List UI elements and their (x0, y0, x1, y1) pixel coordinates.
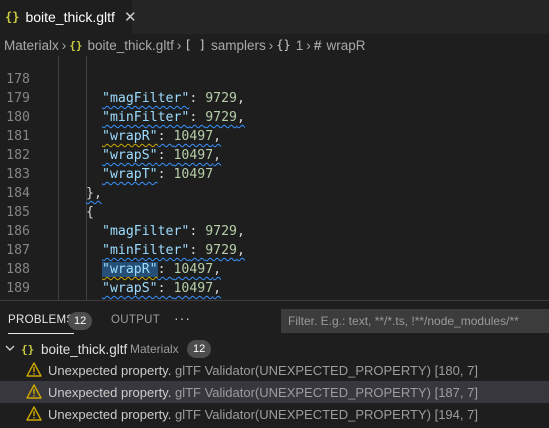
problem-item-selected[interactable]: Unexpected property. glTF Validator(UNEX… (0, 381, 549, 403)
problem-location: [180, 7] (434, 362, 478, 378)
chevron-right-icon: › (268, 37, 274, 53)
tab-label: boite_thick.gltf (25, 9, 115, 25)
problems-filter-input[interactable] (281, 309, 549, 333)
panel-tabs: PROBLEMS 12 OUTPUT ··· (0, 301, 549, 339)
code-line: 185 "magFilter": 9729, (0, 184, 549, 239)
code-line: 181 "wrapS": 10497, (0, 108, 549, 163)
code-line: 179 "minFilter": 9729, (0, 70, 549, 125)
problems-file-folder: Materialx (130, 342, 179, 356)
problem-message: Unexpected property. glTF Validator(UNEX… (48, 362, 478, 378)
tab-bar: {} boite_thick.gltf ✕ (0, 0, 549, 34)
problem-location: [187, 7] (434, 384, 478, 400)
chevron-right-icon: › (61, 37, 67, 53)
problem-item[interactable]: Unexpected property. glTF Validator(UNEX… (0, 359, 549, 381)
problem-message: Unexpected property. glTF Validator(UNEX… (48, 384, 478, 400)
warning-icon (26, 362, 42, 380)
code-editor[interactable]: 178 "magFilter": 9729, 179 "minFilter": … (0, 56, 549, 300)
property-icon: # (313, 37, 322, 53)
chevron-down-icon[interactable] (4, 342, 16, 357)
chevron-right-icon: › (306, 37, 311, 53)
problem-item[interactable]: Unexpected property. glTF Validator(UNEX… (0, 403, 549, 425)
code-line: 183 }, (0, 146, 549, 201)
more-actions-icon[interactable]: ··· (174, 310, 191, 326)
object-icon: {} (276, 38, 291, 52)
code-line: 190 }, (0, 279, 549, 298)
breadcrumb-index[interactable]: 1 (296, 38, 304, 53)
code-line: 184 { (0, 165, 549, 220)
code-line-selected: 187 "wrapR": 10497, (0, 222, 549, 277)
json-file-icon: {} (21, 342, 35, 356)
breadcrumb-wrapr[interactable]: wrapR (327, 38, 366, 53)
code-line: 188 "wrapS": 10497, (0, 241, 549, 296)
code-line: 186 "minFilter": 9729, (0, 203, 549, 258)
problem-source: glTF Validator(UNEXPECTED_PROPERTY) (174, 406, 431, 422)
code-line: 182 "wrapT": 10497 (0, 127, 549, 182)
problem-message: Unexpected property. glTF Validator(UNEX… (48, 406, 478, 422)
breadcrumb-file[interactable]: boite_thick.gltf (88, 38, 174, 53)
breadcrumb-samplers[interactable]: samplers (211, 38, 266, 53)
file-problems-count-badge: 12 (187, 340, 212, 358)
problem-source: glTF Validator(UNEXPECTED_PROPERTY) (174, 384, 431, 400)
breadcrumb-root[interactable]: Materialx (4, 38, 59, 53)
breadcrumb: Materialx › {} boite_thick.gltf › [ ] sa… (0, 34, 549, 56)
json-file-icon: {} (5, 10, 20, 24)
warning-icon (26, 406, 42, 424)
tab-output[interactable]: OUTPUT (111, 314, 160, 326)
problem-location: [194, 7] (434, 406, 478, 422)
code-line: 189 "wrapT": 10497 (0, 260, 549, 296)
problem-source: glTF Validator(UNEXPECTED_PROPERTY) (174, 362, 431, 378)
chevron-right-icon: › (176, 37, 182, 53)
problems-count-badge: 12 (68, 312, 93, 330)
problems-panel: PROBLEMS 12 OUTPUT ··· {} boite_thick.gl… (0, 300, 549, 428)
warning-icon (26, 384, 42, 402)
close-icon[interactable]: ✕ (124, 8, 137, 26)
problems-file-group[interactable]: {} boite_thick.gltf Materialx 12 (0, 338, 549, 360)
problems-file-name: boite_thick.gltf (41, 341, 128, 357)
tab-problems[interactable]: PROBLEMS (8, 314, 75, 334)
tab-boite-thick-gltf[interactable]: {} boite_thick.gltf ✕ (0, 0, 137, 34)
json-file-icon: {} (69, 38, 83, 52)
code-line: 178 "magFilter": 9729, (0, 56, 549, 106)
array-icon: [ ] (184, 38, 207, 52)
code-line: 180 "wrapR": 10497, (0, 89, 549, 144)
